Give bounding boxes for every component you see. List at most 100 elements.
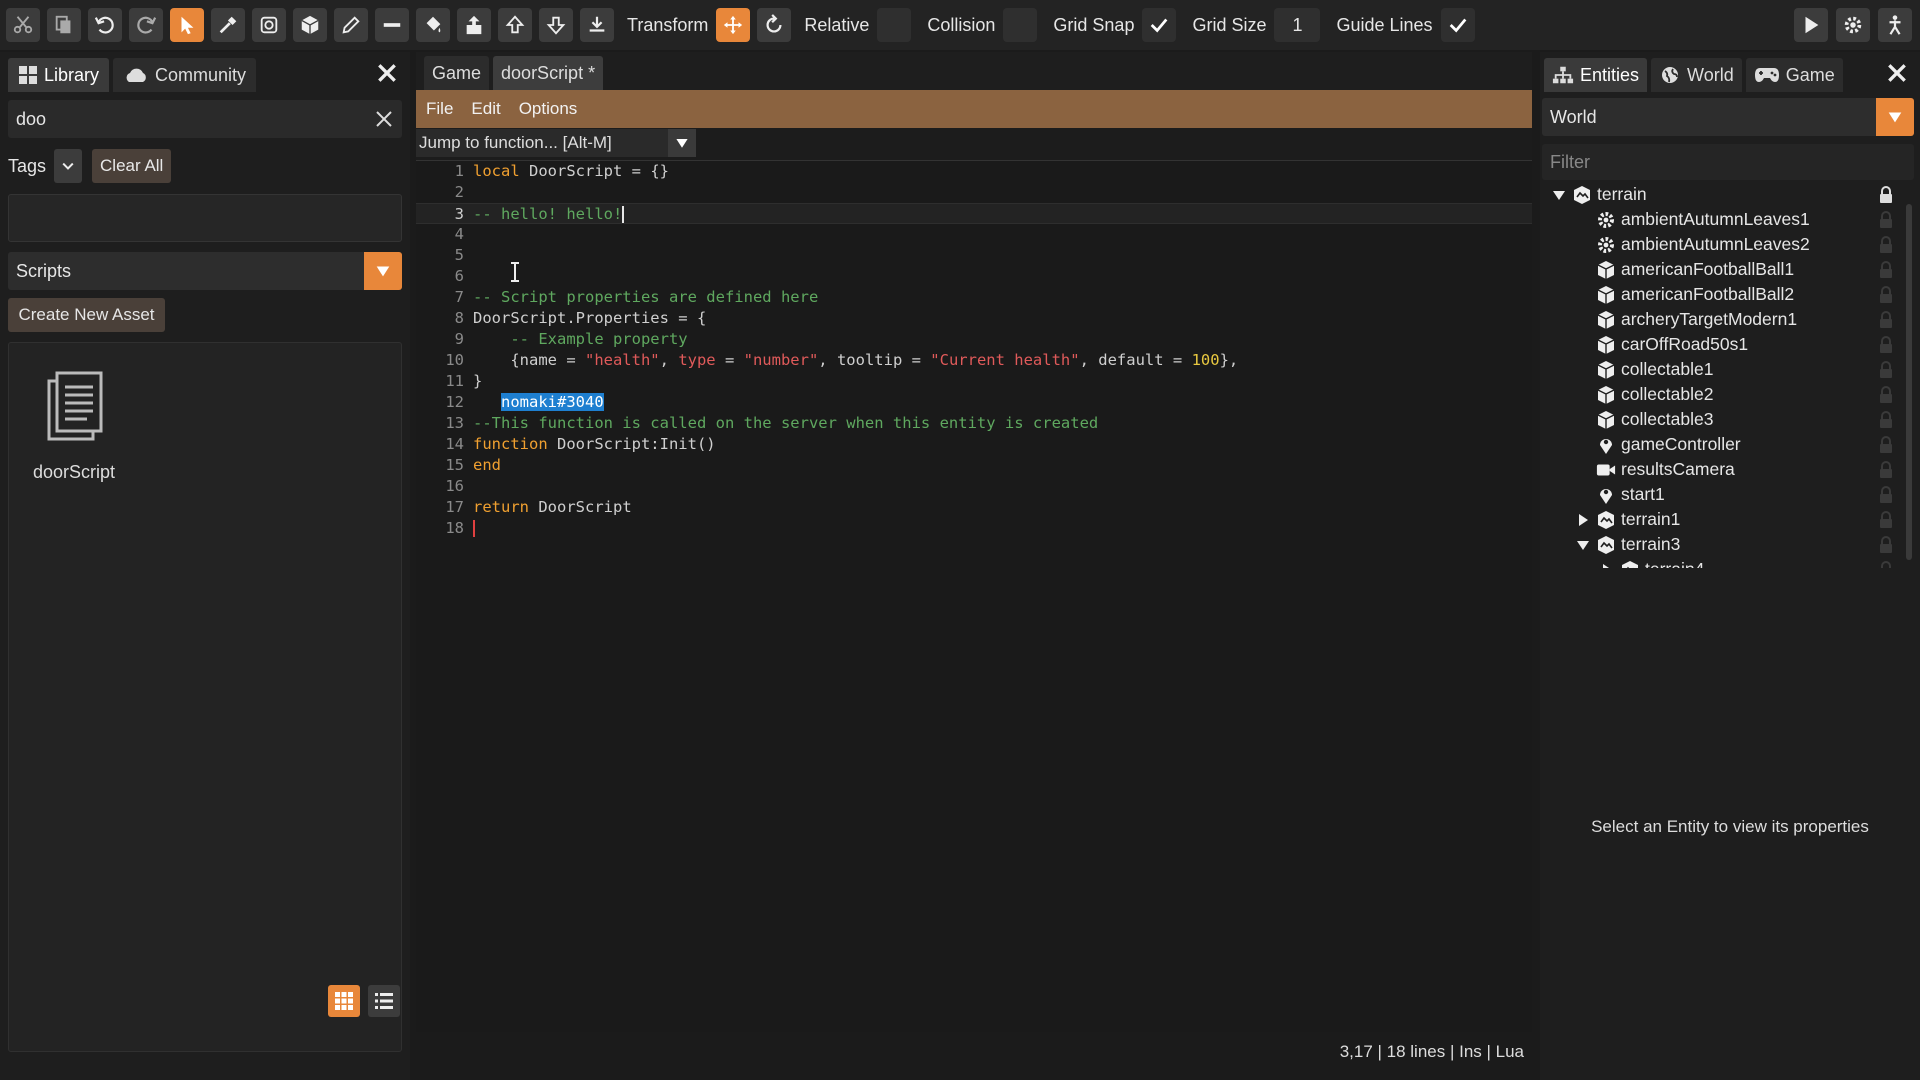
lock-icon[interactable]	[1878, 411, 1894, 428]
tree-scrollbar[interactable]	[1906, 204, 1912, 560]
physics-icon[interactable]	[252, 8, 286, 42]
collision-toggle[interactable]	[1003, 8, 1038, 42]
guide-lines-toggle[interactable]	[1440, 8, 1475, 42]
lock-icon[interactable]	[1878, 436, 1894, 453]
play-icon[interactable]	[1794, 8, 1828, 42]
lock-icon[interactable]	[1878, 536, 1894, 553]
close-icon[interactable]	[1886, 62, 1908, 84]
grid-size-input[interactable]: 1	[1274, 8, 1321, 42]
entity-node[interactable]: terrain4	[1542, 557, 1914, 568]
expand-triangle-icon[interactable]	[1576, 538, 1590, 552]
grid-snap-toggle[interactable]	[1142, 8, 1177, 42]
relative-toggle[interactable]	[877, 8, 912, 42]
code-line: 4	[454, 225, 464, 243]
player-icon[interactable]	[457, 8, 491, 42]
entity-node[interactable]: terrain	[1542, 182, 1914, 207]
tags-dropdown[interactable]	[54, 149, 83, 183]
menu-options[interactable]: Options	[519, 99, 578, 119]
lock-icon[interactable]	[1878, 211, 1894, 228]
asset-tile-doorscript[interactable]: doorScript	[19, 367, 129, 483]
entity-node-label: americanFootballBall2	[1621, 284, 1795, 304]
entity-node[interactable]: americanFootballBall2	[1542, 282, 1914, 307]
drop-icon[interactable]	[580, 8, 614, 42]
dropdown-arrow-icon[interactable]	[364, 252, 402, 290]
tab-game[interactable]: Game	[424, 56, 490, 90]
avatar-icon[interactable]	[1878, 8, 1912, 42]
entity-node[interactable]: archeryTargetModern1	[1542, 307, 1914, 332]
dropdown-arrow-icon[interactable]	[1876, 98, 1914, 136]
tag-area[interactable]	[8, 194, 402, 242]
entity-node[interactable]: ambientAutumnLeaves1	[1542, 207, 1914, 232]
paint-bucket-icon[interactable]	[416, 8, 450, 42]
entity-node[interactable]: terrain1	[1542, 507, 1914, 532]
rotate-icon[interactable]	[757, 8, 792, 42]
tab-library[interactable]: Library	[8, 58, 110, 92]
lock-icon[interactable]	[1878, 561, 1894, 568]
library-search-input[interactable]	[8, 100, 402, 138]
lock-icon[interactable]	[1878, 186, 1894, 203]
undo-icon[interactable]	[88, 8, 122, 42]
lock-icon[interactable]	[1878, 336, 1894, 353]
create-new-asset-button[interactable]: Create New Asset	[8, 298, 165, 332]
entity-node-label: collectable1	[1621, 359, 1714, 379]
code-line: 14 function DoorScript:Init()	[445, 435, 716, 453]
lower-icon[interactable]	[539, 8, 573, 42]
world-select[interactable]: World	[1542, 98, 1914, 136]
select-icon[interactable]	[170, 8, 204, 42]
lock-icon[interactable]	[1878, 286, 1894, 303]
pencil-icon[interactable]	[334, 8, 368, 42]
entity-node[interactable]: gameController	[1542, 432, 1914, 457]
redo-icon[interactable]	[129, 8, 163, 42]
expand-triangle-icon[interactable]	[1552, 188, 1566, 202]
entity-node[interactable]: collectable1	[1542, 357, 1914, 382]
code-area[interactable]: 1 local DoorScript = {} 2 3 -- hello! hell…	[416, 160, 1532, 1032]
copy-icon[interactable]	[47, 8, 81, 42]
entity-node[interactable]: americanFootballBall1	[1542, 257, 1914, 282]
entity-node[interactable]: ambientAutumnLeaves2	[1542, 232, 1914, 257]
grid-view-icon[interactable]	[328, 985, 360, 1017]
cube-icon[interactable]	[293, 8, 327, 42]
entity-node[interactable]: resultsCamera	[1542, 457, 1914, 482]
code-line: 6	[454, 267, 464, 285]
menu-file[interactable]: File	[426, 99, 453, 119]
lock-icon[interactable]	[1878, 261, 1894, 278]
lock-icon[interactable]	[1878, 311, 1894, 328]
lock-icon[interactable]	[1878, 361, 1894, 378]
lock-icon[interactable]	[1878, 236, 1894, 253]
entity-filter-input[interactable]: Filter	[1542, 144, 1914, 180]
tab-world[interactable]: World	[1651, 58, 1742, 92]
lock-icon[interactable]	[1878, 486, 1894, 503]
lock-icon[interactable]	[1878, 511, 1894, 528]
clear-search-icon[interactable]	[374, 109, 394, 129]
gear-icon[interactable]	[1836, 8, 1870, 42]
list-view-icon[interactable]	[368, 985, 400, 1017]
tab-entities[interactable]: Entities	[1544, 58, 1648, 92]
entity-node[interactable]: collectable3	[1542, 407, 1914, 432]
lock-icon[interactable]	[1878, 461, 1894, 478]
tab-game-right[interactable]: Game	[1745, 58, 1843, 92]
selected-text: nomaki#3040	[501, 393, 604, 411]
tab-doorscript[interactable]: doorScript *	[493, 56, 604, 90]
jump-to-function-input[interactable]: Jump to function... [Alt-M]	[416, 129, 668, 157]
eyedropper-icon[interactable]	[211, 8, 245, 42]
close-icon[interactable]	[376, 62, 398, 84]
raise-icon[interactable]	[498, 8, 532, 42]
asset-type-select[interactable]: Scripts	[8, 252, 402, 290]
entity-node-label: terrain	[1597, 184, 1647, 204]
collapse-triangle-icon[interactable]	[1600, 563, 1614, 568]
entity-node[interactable]: terrain3	[1542, 532, 1914, 557]
menu-edit[interactable]: Edit	[471, 99, 500, 119]
lock-icon[interactable]	[1878, 386, 1894, 403]
jump-dropdown-icon[interactable]	[668, 129, 696, 157]
entity-node[interactable]: start1	[1542, 482, 1914, 507]
collapse-triangle-icon[interactable]	[1576, 513, 1590, 527]
entity-node[interactable]: collectable2	[1542, 382, 1914, 407]
scissors-icon[interactable]	[6, 8, 40, 42]
entity-node[interactable]: carOffRoad50s1	[1542, 332, 1914, 357]
line-icon[interactable]	[375, 8, 409, 42]
clear-all-button[interactable]: Clear All	[92, 149, 172, 183]
move-icon[interactable]	[716, 8, 751, 42]
tab-community[interactable]: Community	[113, 58, 257, 92]
